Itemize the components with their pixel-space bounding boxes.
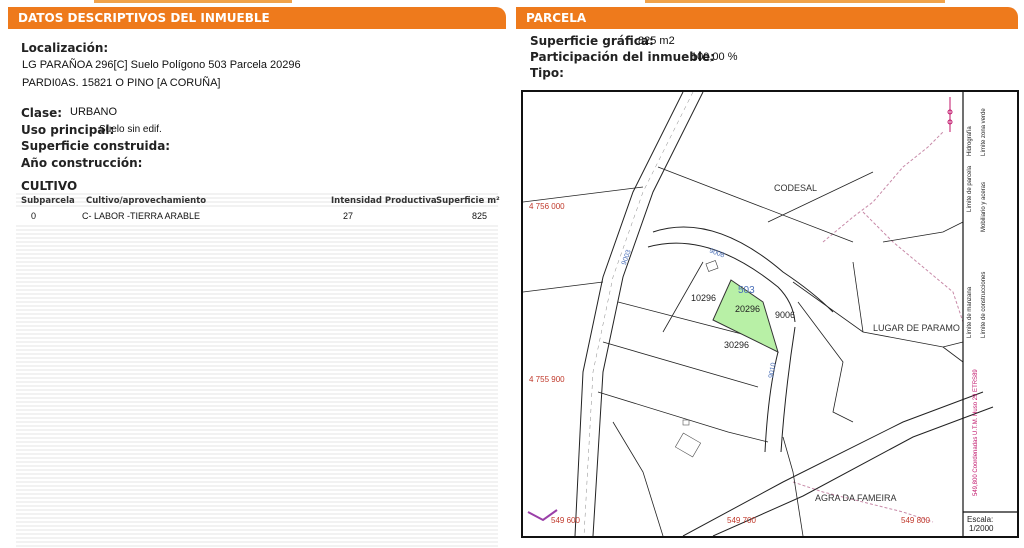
localizacion-label: Localización: [21, 41, 109, 55]
uso-principal-value: Suelo sin edif. [99, 124, 162, 135]
cell-cultivo: C- LABOR -TIERRA ARABLE [82, 211, 201, 221]
parcel-line [782, 436, 804, 536]
legend-coords: 549,800 Coordenadas U.T.M. Huso 29 ETRS8… [973, 369, 979, 496]
table-row: 0 C- LABOR -TIERRA ARABLE 27 825 [16, 209, 498, 224]
road-9003-left-edge [574, 92, 684, 536]
top-accent-right [645, 0, 945, 3]
legend-zona-verde: Límite zona verde [981, 108, 987, 156]
cultivo-title: CULTIVO [21, 179, 78, 193]
road-9003-right-edge [592, 92, 704, 536]
boundary-line-2 [862, 211, 964, 323]
parcela-header: PARCELA [516, 7, 1018, 29]
superficie-construida-label: Superficie construida: [21, 139, 171, 153]
label-20296: 20296 [735, 304, 761, 314]
tipo-label: Tipo: [530, 66, 564, 80]
top-accent-left [94, 0, 292, 3]
parcel-line [523, 281, 604, 293]
col-subparcela: Subparcela [21, 196, 75, 206]
cell-subparcela: 0 [31, 211, 37, 221]
scale-value: 1/2000 [969, 524, 994, 533]
road-9003-center [583, 92, 694, 536]
label-coord-y1: 4 756 000 [529, 202, 565, 211]
label-lugar-paramo: LUGAR DE PARAMO [873, 323, 960, 333]
participacion-value: 100,00 % [691, 51, 738, 63]
parcel-line [792, 281, 964, 348]
legend-mobiliario: Mobiliario y aceras [981, 181, 987, 232]
label-503: 503 [738, 285, 755, 296]
datos-descriptivos-header: DATOS DESCRIPTIVOS DEL INMUEBLE [8, 7, 506, 29]
label-coord-y2: 4 755 900 [529, 375, 565, 384]
legend-parcela: Límite de parcela [967, 165, 973, 212]
building [674, 432, 702, 458]
parcel-line [767, 171, 874, 223]
parcel-line [612, 421, 664, 536]
participacion-label: Participación del inmueble: [530, 50, 715, 64]
label-10296: 10296 [691, 293, 717, 303]
clase-label: Clase: [21, 106, 63, 120]
cultivo-table [16, 193, 498, 547]
localizacion-line2: PARDI0AS. 15821 O PINO [A CORUÑA] [22, 77, 221, 89]
parcel-line [797, 301, 854, 423]
parcel-line [523, 186, 644, 203]
col-superficie: Superficie m² [436, 196, 500, 206]
map-canvas [523, 92, 1017, 536]
cell-superficie: 825 [472, 211, 488, 221]
north-marker [947, 97, 953, 132]
cadastral-map[interactable]: CODESAL LUGAR DE PARAMO AGRA DA FAMEIRA … [521, 90, 1019, 538]
scale-label: Escala: [967, 515, 994, 524]
parcel-line [597, 391, 769, 443]
label-30296: 30296 [724, 340, 750, 350]
legend-manzana: Límite de manzana [967, 286, 973, 338]
legend-construcciones: Límite de construcciones [981, 271, 987, 338]
cell-intensidad: 27 [343, 211, 354, 221]
road-9010-right [780, 326, 796, 453]
parcel-line [882, 221, 964, 243]
legend-hidrografia: Hidrografía [967, 126, 973, 156]
legend: Límite de parcela Hidrografía Límite zon… [963, 92, 1017, 512]
label-coord-x1: 549 600 [551, 516, 580, 525]
label-coord-x3: 549 800 [901, 516, 930, 525]
localizacion-line1: LG PARAÑOA 296[C] Suelo Polígono 503 Par… [22, 59, 301, 71]
superficie-grafica-value: 825 m2 [638, 35, 675, 47]
col-intensidad: Intensidad Productiva [331, 196, 437, 206]
building [705, 260, 719, 272]
label-coord-x2: 549 700 [727, 516, 756, 525]
label-agra-fameira: AGRA DA FAMEIRA [815, 493, 897, 503]
road-bottom-upper [682, 391, 984, 536]
label-codesal: CODESAL [774, 183, 818, 193]
building [682, 419, 690, 426]
ano-construccion-label: Año construcción: [21, 156, 143, 170]
parcel-line [657, 166, 854, 243]
parcel-line [942, 346, 964, 412]
parcel-line [852, 261, 864, 333]
label-9006: 9006 [775, 310, 796, 320]
clase-value: URBANO [70, 106, 118, 118]
col-cultivo: Cultivo/aprovechamiento [86, 196, 207, 206]
superficie-grafica-label: Superficie gráfica: [530, 34, 654, 48]
